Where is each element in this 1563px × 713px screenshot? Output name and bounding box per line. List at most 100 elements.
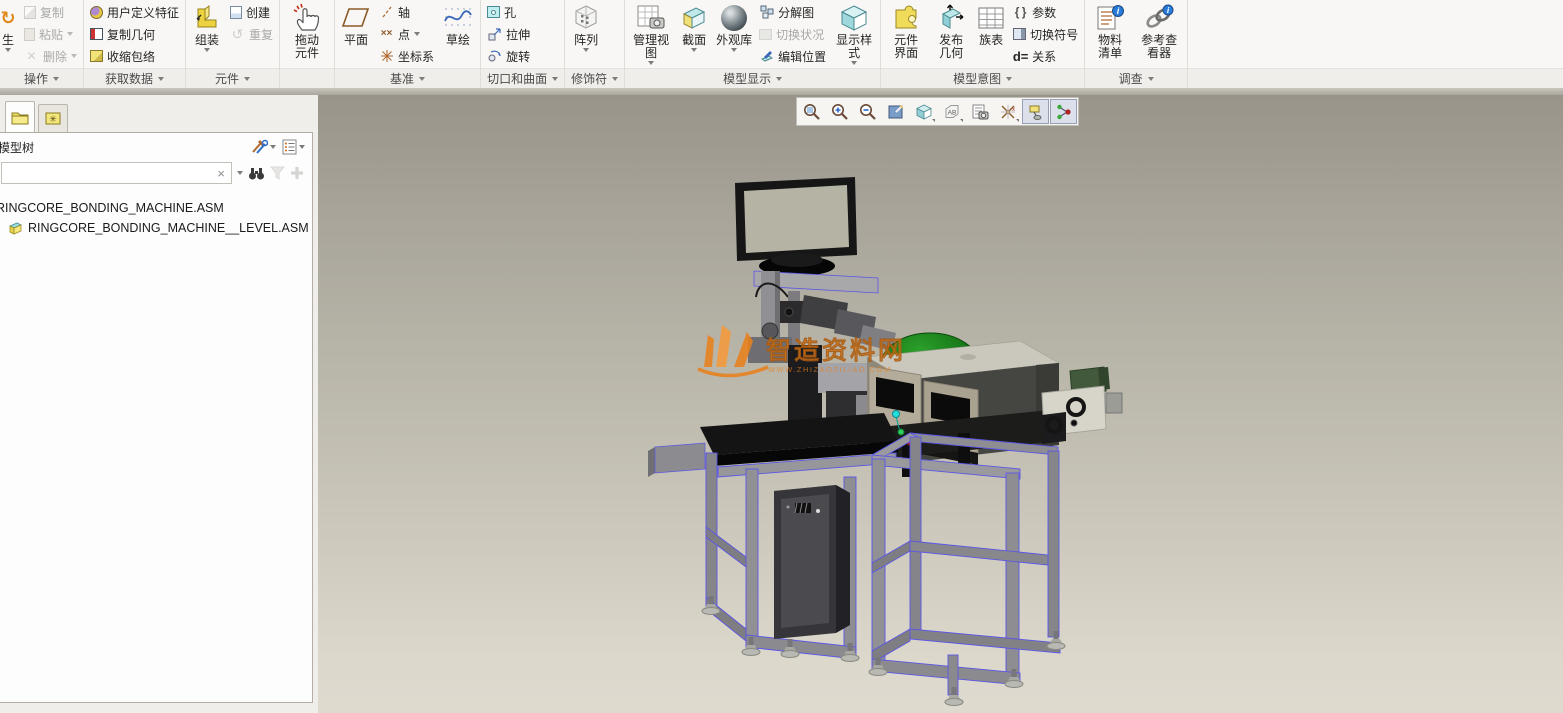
frame-right[interactable] [872, 433, 1060, 695]
group-label-component[interactable]: 元件 [186, 68, 279, 88]
search-input[interactable] [2, 166, 211, 180]
paste-button[interactable]: 粘贴 [21, 23, 80, 45]
annotation-display-button[interactable] [1022, 99, 1049, 124]
hole-button[interactable]: 孔 [484, 1, 533, 23]
chevron-down-icon [53, 77, 59, 81]
model-3d: 智造资料网 WWW.ZHIZAOZILIAO.COM [318, 95, 1563, 713]
toggle-status-button[interactable]: 切换状况 [756, 23, 829, 45]
edit-position-button[interactable]: 编辑位置 [756, 45, 829, 67]
repeat-button[interactable]: ↺重复 [227, 23, 276, 45]
family-table-button[interactable]: 族表 [974, 0, 1008, 48]
clear-search-icon[interactable]: × [211, 166, 231, 181]
toggle-status-icon [759, 29, 772, 40]
reference-viewer-button[interactable]: i 参考查看器 [1134, 0, 1184, 61]
relations-button[interactable]: d=关系 [1010, 45, 1081, 67]
create-button[interactable]: 创建 [227, 1, 276, 23]
section-icon [679, 1, 709, 34]
ribbon-group-get-data: 用户定义特征 复制几何 收缩包络 获取数据 [84, 0, 186, 88]
group-label-get-data[interactable]: 获取数据 [84, 68, 185, 88]
left-side-box[interactable] [648, 443, 705, 477]
find-binoculars-icon[interactable] [248, 166, 265, 181]
parameters-icon: { } [1013, 5, 1028, 20]
zoom-window-button[interactable] [798, 99, 825, 124]
bom-icon: i [1095, 1, 1125, 34]
plane-button[interactable]: 平面 [338, 0, 374, 48]
datum-display-button[interactable]: x [994, 99, 1021, 124]
ribbon-group-modifiers: 阵列 修饰符 [565, 0, 625, 88]
point-icon: ×× [379, 27, 394, 42]
zoom-out-button[interactable] [854, 99, 881, 124]
chevron-down-icon [299, 145, 305, 149]
explode-view-button[interactable]: 分解图 [756, 1, 829, 23]
shaded-cube-icon [915, 103, 933, 121]
3d-viewport[interactable]: AB x [318, 95, 1563, 713]
repeat-icon: ↺ [230, 27, 245, 42]
appearance-gallery-button[interactable]: 外观库 [714, 0, 754, 53]
pattern-button[interactable]: 阵列 [568, 0, 604, 53]
sketch-icon [442, 1, 474, 34]
tab-folder-browser[interactable]: ✳ [38, 104, 68, 132]
parameters-button[interactable]: { }参数 [1010, 1, 1081, 23]
udf-button[interactable]: 用户定义特征 [87, 1, 182, 23]
tools-icon [251, 139, 268, 155]
bom-button[interactable]: i 物料清单 [1088, 0, 1132, 61]
explode-view-icon [759, 5, 774, 20]
extrude-icon [487, 27, 502, 42]
control-cabinet[interactable] [774, 485, 850, 639]
group-label-investigate[interactable]: 调查 [1085, 68, 1187, 88]
tree-filters-button[interactable] [281, 138, 306, 156]
view-manager-button[interactable] [966, 99, 993, 124]
monitor[interactable] [735, 177, 857, 276]
group-label-modifiers[interactable]: 修饰符 [565, 68, 624, 88]
udf-icon [90, 6, 103, 19]
drag-component-button[interactable]: 拖动元件 [283, 0, 331, 61]
regenerate-button[interactable]: ↻ 生 [0, 0, 19, 53]
annotation-display-icon [1027, 103, 1045, 121]
view-manager-icon [971, 103, 989, 121]
component-interface-icon [892, 1, 920, 34]
group-label-cut-surface[interactable]: 切口和曲面 [481, 68, 564, 88]
group-label-model-display[interactable]: 模型显示 [625, 68, 880, 88]
regenerate-icon: ↻ [1, 10, 16, 25]
point-button[interactable]: ××点 [376, 23, 437, 45]
spin-center-button[interactable] [1050, 99, 1077, 124]
shrinkwrap-button[interactable]: 收缩包络 [87, 45, 182, 67]
watermark-subtext: WWW.ZHIZAOZILIAO.COM [768, 365, 892, 374]
chevron-down-icon[interactable] [237, 171, 243, 175]
component-interface-button[interactable]: 元件界面 [884, 0, 928, 61]
revolve-button[interactable]: 旋转 [484, 45, 533, 67]
chevron-down-icon [71, 54, 77, 58]
zoom-in-button[interactable] [826, 99, 853, 124]
chevron-down-icon [731, 48, 737, 52]
assemble-button[interactable]: 组装 [189, 0, 225, 53]
assembly-icon [8, 222, 23, 235]
creo-window: ↻ 生 复制 粘贴 ✕删除 操作 用户定义特征 复制几何 收缩包络 获取 [0, 0, 1563, 713]
copy-geometry-button[interactable]: 复制几何 [87, 23, 182, 45]
repaint-button[interactable] [882, 99, 909, 124]
extrude-button[interactable]: 拉伸 [484, 23, 533, 45]
publish-geometry-button[interactable]: 发布几何 [930, 0, 972, 61]
chevron-down-icon [932, 119, 935, 122]
display-style-button[interactable]: 显示样式 [831, 0, 877, 66]
tab-model-tree[interactable] [5, 101, 35, 132]
group-label-model-intent[interactable]: 模型意图 [881, 68, 1084, 88]
section-button[interactable]: 截面 [676, 0, 712, 53]
saved-orientations-button[interactable]: AB [938, 99, 965, 124]
group-label-datum[interactable]: 基准 [335, 68, 480, 88]
sketch-button[interactable]: 草绘 [439, 0, 477, 48]
chevron-down-icon [204, 48, 210, 52]
tree-settings-button[interactable] [250, 138, 277, 156]
csys-button[interactable]: 坐标系 [376, 45, 437, 67]
group-label-drag [280, 68, 334, 88]
delete-button[interactable]: ✕删除 [21, 45, 80, 67]
tree-row-root[interactable]: RINGCORE_BONDING_MACHINE.ASM [0, 198, 312, 218]
manage-views-button[interactable]: 管理视图 [628, 0, 674, 66]
family-table-icon [977, 1, 1005, 34]
axis-button[interactable]: 轴 [376, 1, 437, 23]
tree-row-level-asm[interactable]: RINGCORE_BONDING_MACHINE__LEVEL.ASM [0, 218, 312, 238]
display-style-toolbar-button[interactable] [910, 99, 937, 124]
group-label-operations[interactable]: 操作 [0, 68, 83, 88]
toggle-symbols-button[interactable]: 切换符号 [1010, 23, 1081, 45]
ribbon-group-component: 组装 创建 ↺重复 元件 [186, 0, 280, 88]
copy-button[interactable]: 复制 [21, 1, 80, 23]
